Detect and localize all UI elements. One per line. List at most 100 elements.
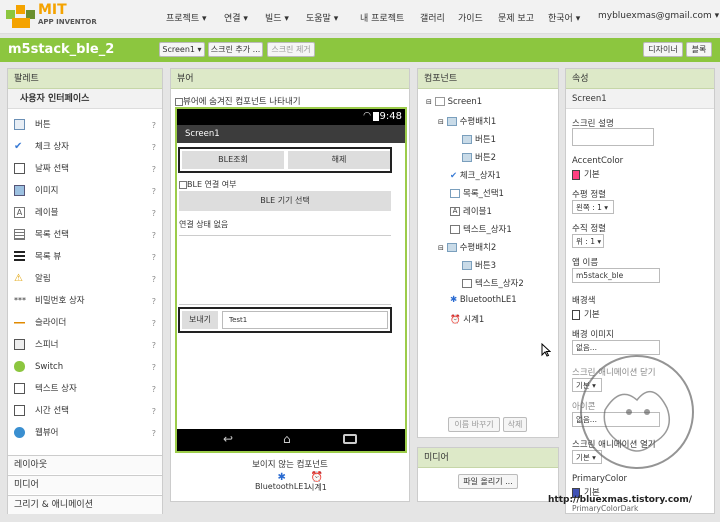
help-icon[interactable]: ? (152, 297, 156, 306)
help-icon[interactable]: ? (152, 385, 156, 394)
tree-item-checkbox1[interactable]: ✔ 체크_상자1 (450, 169, 501, 181)
palette-category-drawing[interactable]: 그리기 & 애니메이션 (8, 495, 162, 514)
menu-guide[interactable]: 가이드 (458, 11, 483, 24)
tree-item-harr2[interactable]: ⊟ 수평배치2 (438, 241, 496, 253)
disconnect-button[interactable]: 해제 (288, 151, 390, 169)
help-icon[interactable]: ? (152, 143, 156, 152)
help-icon[interactable]: ? (152, 231, 156, 240)
palette-item-button[interactable]: 버튼 (14, 114, 51, 136)
help-icon[interactable]: ? (152, 363, 156, 372)
menu-my-projects[interactable]: 내 프로젝트 (360, 11, 404, 24)
nonvisible-bluetooth[interactable]: ✱ BluetoothLE1 (255, 473, 308, 492)
palette-item-timepicker[interactable]: 시간 선택 (14, 400, 69, 422)
palette-item-listview[interactable]: 목록 뷰 (14, 246, 61, 268)
prop-halign-select[interactable]: 왼쪽 : 1 ▾ (572, 200, 614, 214)
blocks-button[interactable]: 블록 (686, 42, 712, 57)
tree-item-button1[interactable]: 버튼1 (462, 133, 496, 145)
palette-item-datepicker[interactable]: 날짜 선택 (14, 158, 69, 180)
prop-accent-color-value[interactable]: 기본 (572, 168, 600, 180)
prop-bg-image-label: 배경 이미지 (572, 330, 614, 340)
rename-button[interactable]: 이름 바꾸기 (448, 417, 500, 432)
palette-item-webviewer[interactable]: 웹뷰어 (14, 422, 58, 444)
palette-item-label[interactable]: A 레이블 (14, 202, 58, 224)
palette-item-textbox[interactable]: 텍스트 상자 (14, 378, 77, 400)
media-title: 미디어 (418, 448, 558, 468)
help-icon[interactable]: ? (152, 341, 156, 350)
designer-button[interactable]: 디자이너 (643, 42, 683, 57)
menu-connect[interactable]: 연결 ▾ (224, 11, 248, 24)
status-bar: ◠ 9:48 (177, 109, 405, 125)
tree-item-button2[interactable]: 버튼2 (462, 151, 496, 163)
tree-item-textbox2[interactable]: 텍스트_상자2 (462, 277, 524, 289)
tree-item-screen1[interactable]: ⊟ Screen1 (426, 97, 482, 107)
send-button[interactable]: 보내기 (182, 311, 218, 329)
hidden-components-checkbox[interactable] (175, 97, 183, 106)
list-picker-icon (450, 189, 460, 198)
palette-item-password[interactable]: *** 비밀번호 상자 (14, 290, 85, 312)
menu-language[interactable]: 한국어 ▾ (548, 11, 580, 24)
screen-select-button[interactable]: Screen1 ▾ (159, 42, 205, 57)
help-icon[interactable]: ? (152, 187, 156, 196)
tree-item-bluetoothle1[interactable]: ✱ BluetoothLE1 (450, 295, 517, 305)
help-icon[interactable]: ? (152, 253, 156, 262)
message-textbox[interactable]: Test1 (222, 311, 388, 329)
collapse-icon[interactable]: ⊟ (438, 118, 444, 126)
menu-gallery[interactable]: 갤러리 (420, 11, 445, 24)
tree-item-button3[interactable]: 버튼3 (462, 259, 496, 271)
help-icon[interactable]: ? (152, 319, 156, 328)
tree-item-textbox1[interactable]: 텍스트_상자1 (450, 223, 512, 235)
app-inventor-logo[interactable]: MIT APP INVENTOR (4, 2, 114, 32)
tree-item-label1[interactable]: A 레이블1 (450, 205, 492, 217)
help-icon[interactable]: ? (152, 209, 156, 218)
help-icon[interactable]: ? (152, 429, 156, 438)
ble-connected-checkbox[interactable] (179, 180, 187, 189)
nonvisible-components-title: 보이지 않는 컴포넌트 (252, 460, 328, 470)
palette-item-spinner[interactable]: 스피너 (14, 334, 58, 356)
prop-bg-color-value[interactable]: 기본 (572, 308, 600, 320)
menu-account[interactable]: mybluexmas@gmail.com ▾ (598, 11, 719, 21)
menu-help[interactable]: 도움말 ▾ (306, 11, 338, 24)
horizontal-arrangement-1[interactable]: BLE조회 해제 (178, 147, 392, 173)
tree-item-listpicker1[interactable]: 목록_선택1 (450, 187, 504, 199)
palette-category-media[interactable]: 미디어 (8, 475, 162, 494)
tree-item-harr1[interactable]: ⊟ 수평배치1 (438, 115, 496, 127)
palette-item-notifier[interactable]: ⚠ 알림 (14, 268, 51, 290)
help-icon[interactable]: ? (152, 275, 156, 284)
upload-file-button[interactable]: 파일 올리기 ... (458, 474, 518, 489)
collapse-icon[interactable]: ⊟ (426, 98, 432, 106)
collapse-icon[interactable]: ⊟ (438, 244, 444, 252)
help-icon[interactable]: ? (152, 407, 156, 416)
palette-item-checkbox[interactable]: ✔ 체크 상자 (14, 136, 69, 158)
help-icon[interactable]: ? (152, 121, 156, 130)
warning-icon: ⚠ (14, 273, 23, 284)
palette-item-listpicker[interactable]: 목록 선택 (14, 224, 69, 246)
prop-screen-desc-input[interactable] (572, 128, 654, 146)
horizontal-arrangement-2[interactable]: 보내기 Test1 (178, 307, 392, 333)
menu-project[interactable]: 프로젝트 ▾ (166, 11, 207, 24)
delete-button[interactable]: 삭제 (503, 417, 527, 432)
palette-item-image[interactable]: 이미지 (14, 180, 58, 202)
ble-device-picker[interactable]: BLE 기기 선택 (179, 191, 391, 211)
textbox-1[interactable] (179, 235, 391, 305)
ble-connected-checkbox-row[interactable]: BLE 연결 여부 (179, 179, 237, 190)
remove-screen-button[interactable]: 스크린 제거 (267, 42, 315, 57)
add-screen-button[interactable]: 스크린 추가 ... (208, 42, 263, 57)
prop-valign-select[interactable]: 위 : 1 ▾ (572, 234, 604, 248)
project-name: m5stack_ble_2 (8, 42, 115, 57)
prop-app-name-input[interactable]: m5stack_ble (572, 268, 660, 283)
recent-apps-icon[interactable] (343, 434, 357, 444)
palette-category-layout[interactable]: 레이아웃 (8, 455, 162, 474)
ble-scan-button[interactable]: BLE조회 (182, 151, 284, 169)
nonvisible-clock[interactable]: ⏰ 시계1 (307, 473, 327, 493)
back-icon[interactable]: ↩ (223, 432, 233, 446)
hidden-components-toggle[interactable]: 뷰어에 숨겨진 컴포넌트 나타내기 (175, 95, 301, 107)
menu-report[interactable]: 문제 보고 (498, 11, 534, 24)
menu-build[interactable]: 빌드 ▾ (265, 11, 289, 24)
help-icon[interactable]: ? (152, 165, 156, 174)
palette-item-switch[interactable]: Switch (14, 356, 63, 378)
tree-item-clock1[interactable]: ⏰ 시계1 (450, 313, 484, 325)
palette-category-ui[interactable]: 사용자 인터페이스 (8, 89, 162, 109)
home-icon[interactable]: ⌂ (283, 432, 291, 446)
components-title: 컴포넌트 (418, 69, 558, 89)
palette-item-slider[interactable]: 슬라이더 (14, 312, 66, 334)
